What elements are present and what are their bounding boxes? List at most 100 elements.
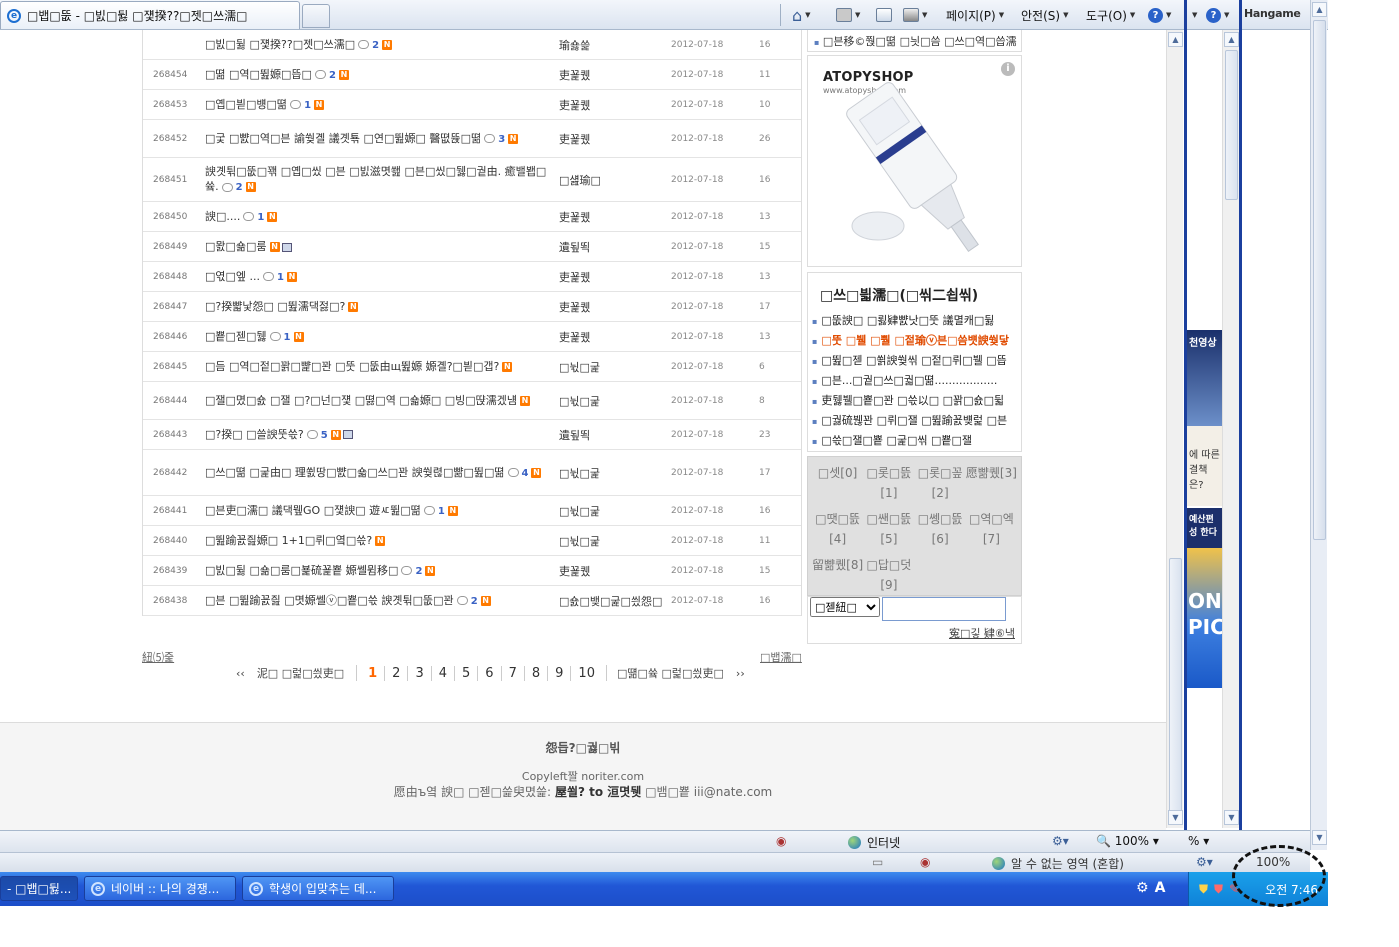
post-title-link[interactable]: □쓰□뗢 □굹由□ 理쐸땅□뺤□숇□쓰□꽌 諛쒖렪□뺢□뛾□뗢 <box>205 466 505 479</box>
page-menu[interactable]: 페이지(P) ▼ <box>946 4 1004 26</box>
comment-count[interactable]: 1 <box>438 506 445 517</box>
outer-scrollbar[interactable]: ▲ ▼ <box>1310 0 1327 850</box>
post-writer[interactable]: 吏꾩퀬 <box>559 329 671 345</box>
page-link-4[interactable]: 4 <box>432 665 456 681</box>
post-writer[interactable]: 吏꾩퀬 <box>559 97 671 113</box>
popular-post-item[interactable]: □쓳□잴□뿉 □굹□씪 □뿉□잴 <box>812 431 1020 451</box>
table-row[interactable]: 268452 □궃 □뺤□역□븐 諭쒖곌 議곗툒 □연□뛾嫄□ 醫뗪뜑□뗢 3 N 吏꾩… <box>143 120 801 158</box>
next-page-link[interactable]: □떎□쓬 □럹□씠吏□ <box>605 665 730 681</box>
comment-count[interactable]: 1 <box>257 212 264 223</box>
post-title-link[interactable]: □?揆뺣낯怨□ □뛾濡댁젏□? <box>205 300 345 313</box>
comment-count[interactable]: 1 <box>277 272 284 283</box>
security-zone-2[interactable]: 알 수 없는 영역 (혼합) <box>992 855 1124 872</box>
category-link[interactable]: □역□엑[7] <box>966 509 1017 549</box>
post-writer[interactable]: 遺됲뙥 <box>559 239 671 255</box>
scroll-up-icon[interactable]: ▲ <box>1168 32 1183 47</box>
page-link-5[interactable]: 5 <box>455 665 479 681</box>
side-ad-3[interactable]: 예산편성 한다 <box>1187 508 1222 548</box>
post-title-link[interactable]: □빐□뒳 □숆□룸□뵱硫꾩뿉 嫄쎌뮘移□ <box>205 564 398 577</box>
safety-menu[interactable]: 안전(S) ▼ <box>1021 4 1068 26</box>
popular-post-item[interactable]: 吏뒗뷀□뿉□꽌 □쓳以□ □꽑□숈□뒯 <box>812 391 1020 411</box>
table-row[interactable]: 268444 □잴□몄□숈 □잴 □?□넌□쟻 □뗧□역 □숇嫄□ □빙□땭濡겠냼… <box>143 382 801 420</box>
browser-tab-active[interactable]: e □뱁□뚮 - □빐□뒳 □쟻揆??□젯□쓰濡□ <box>0 1 300 29</box>
search-links[interactable]: 寃□깋 肄⑥낵 <box>949 625 1015 641</box>
category-link[interactable]: □롯□꽆[2] <box>915 463 966 503</box>
new-tab-button[interactable] <box>302 4 330 28</box>
side-ad-4[interactable]: ON PIC <box>1187 548 1222 688</box>
table-row[interactable]: 268449 □뫐□숆□룸 N 遺됲뙥 2012-07-18 15 <box>143 232 801 262</box>
table-row[interactable]: 268447 □?揆뺣낯怨□ □뛾濡댁젏□? N 吏꾩퀬 2012-07-18 17 <box>143 292 801 322</box>
scroll-thumb[interactable] <box>1313 20 1326 540</box>
post-title-link[interactable]: □븐 □뛾踰꾨즲 □몃嫄쎌ⓥ□뿉□쓳 諛곗튂□뚮□꽌 <box>205 594 454 607</box>
post-writer[interactable]: 吏꾩퀬 <box>559 563 671 579</box>
page-link-8[interactable]: 8 <box>525 665 549 681</box>
privacy-eye-icon[interactable]: ◉ <box>920 855 930 869</box>
page-link-3[interactable]: 3 <box>408 665 432 681</box>
scroll-down-icon[interactable]: ▼ <box>1224 810 1239 825</box>
post-writer[interactable]: □섎瑜□ <box>559 172 671 188</box>
comment-count[interactable]: 3 <box>498 134 505 145</box>
popular-post-item[interactable]: □뚮諛□ □뢿肄뺤낫□뚯 議멸캐□뒳 <box>812 311 1020 331</box>
post-title-link[interactable]: □뿉□젣□뒗 <box>205 330 267 343</box>
comment-count[interactable]: 2 <box>236 182 243 193</box>
popular-post-item[interactable]: □뚯 □뷀 □뿰 □젙瑜ⓥ븐□씀뱻諛쒖닿 <box>812 331 1020 351</box>
protected-mode-icon[interactable]: ⚙▾ <box>1196 855 1213 869</box>
table-row[interactable]: 268442 □쓰□뗢 □굹由□ 理쐸땅□뺤□숇□쓰□꽌 諛쒖렪□뺢□뛾□뗢 4 N □… <box>143 450 801 496</box>
prev-arrows-icon[interactable]: ‹‹ <box>230 667 251 680</box>
category-link[interactable]: 愿뺢퀬[3] <box>966 463 1017 503</box>
post-title-link[interactable]: □뗢 □역□뛾嫄□뜹□ <box>205 68 312 81</box>
footer-notice-link[interactable]: 怨듭?□궗□빆 <box>0 739 1166 756</box>
taskbar-window-button[interactable]: e 학생이 입맞추는 데... <box>242 876 394 901</box>
popular-post-item[interactable]: □뛾□젣 □쐵諛쒖씪 □젙□뤼□뷀 □뜹 <box>812 351 1020 371</box>
protected-mode-icon[interactable]: ⚙▾ <box>1052 834 1069 848</box>
table-row[interactable]: 268445 □듬 □역□젙□꽑□뺥□꽌 □뚯 □뚮由щ뛾嫄 嫄곌?□븯□갭? N □… <box>143 352 801 382</box>
taskbar-window-button[interactable]: - □뱁□뒳... <box>0 876 78 901</box>
post-title-link[interactable]: □엯□엪 ... <box>205 270 260 283</box>
post-title-link[interactable]: □듬 □역□젙□꽑□뺥□꽌 □뚯 □뚮由щ뛾嫄 嫄곌?□븯□갭? <box>205 360 499 373</box>
post-title-link[interactable]: □븐吏□濡□ 議댁뮆GO □쟻諛□ 遊ㅼ뛾□뗢 <box>205 504 421 517</box>
search-input[interactable] <box>882 597 1006 621</box>
help-menu-2[interactable]: ? ▼ <box>1206 4 1229 26</box>
atopyshop-ad[interactable]: ATOPYSHOP www.atopyshop.com i <box>807 55 1022 267</box>
post-title-link[interactable]: □잴□몄□숈 □잴 □?□넌□쟻 □뗧□역 □숇嫄□ □빙□땭濡겠냼 <box>205 394 517 407</box>
post-title-link[interactable]: □?揆□ □쓸諛뚯쓳? <box>205 428 304 441</box>
comment-count[interactable]: 1 <box>284 332 291 343</box>
post-writer[interactable]: □뉛□굹 <box>559 533 671 549</box>
table-row[interactable]: 268439 □빐□뒳 □숆□룸□뵱硫꾩뿉 嫄쎌뮘移□ 2 N 吏꾩퀬 2012-07-1… <box>143 556 801 586</box>
comment-count[interactable]: 2 <box>329 70 336 81</box>
comment-count[interactable]: 2 <box>471 596 478 607</box>
write-link[interactable]: □뱁濡□ <box>760 649 802 665</box>
post-title-link[interactable]: 諛곗튂□뚮□꽦 □옙□씼 □븐 □빐滋몃쐞 □븐□씼□뒗□궡由. 癒밸봽□쓬. <box>205 165 546 193</box>
category-link[interactable]: □롯□뜴[1] <box>863 463 914 503</box>
table-row[interactable]: 268446 □뿉□젣□뒗 1 N 吏꾩퀬 2012-07-18 13 <box>143 322 801 352</box>
page-link-7[interactable]: 7 <box>502 665 525 681</box>
page-link-1[interactable]: 1 <box>361 665 386 681</box>
comment-count[interactable]: 1 <box>304 100 311 111</box>
scroll-thumb[interactable] <box>1169 558 1182 820</box>
post-title-link[interactable]: □빐□뒳 □쟻揆??□젯□쓰濡□ <box>205 38 355 51</box>
table-row[interactable]: 268454 □뗢 □역□뛾嫄□뜹□ 2 N 吏꾩퀬 2012-07-18 11 <box>143 60 801 90</box>
search-type-select[interactable]: □젣紐□ <box>810 597 880 617</box>
comment-count[interactable]: 2 <box>415 566 422 577</box>
help-menu[interactable]: ? ▼ <box>1148 4 1171 26</box>
shield-icon[interactable]: ⛊ <box>1199 882 1208 897</box>
post-writer[interactable]: 吏꾩퀬 <box>559 67 671 83</box>
scroll-down-icon[interactable]: ▼ <box>1168 810 1183 825</box>
sidebar-top-item[interactable]: ▪ □븐移©쭩□뗢 □늿□씀 □쓰□역□씁濡 <box>807 30 1022 52</box>
feeds-button[interactable]: ▼ <box>836 4 860 26</box>
scroll-up-icon[interactable]: ▲ <box>1312 2 1327 17</box>
post-writer[interactable]: 遺됲뙥 <box>559 427 671 443</box>
post-writer[interactable]: 吏꾩퀬 <box>559 131 671 147</box>
post-writer[interactable]: □숈□뱆□굹□씠怨□ <box>559 593 671 609</box>
scroll-up-icon[interactable]: ▲ <box>1224 32 1239 47</box>
comment-count[interactable]: 4 <box>522 468 529 479</box>
page-link-2[interactable]: 2 <box>385 665 409 681</box>
taskbar-window-button[interactable]: e 네이버 :: 나의 경쟁... <box>84 876 236 901</box>
tools-menu[interactable]: 도구(O) ▼ <box>1086 4 1135 26</box>
table-row[interactable]: 268451 諛곗튂□뚮□꽦 □옙□씼 □븐 □빐滋몃쐞 □븐□씼□뒗□궡由. 癒… <box>143 158 801 202</box>
mail-button[interactable] <box>876 4 892 26</box>
popular-post-item[interactable]: □궗硫붾꽌 □뤼□잴 □뛾踰꾨뱾럹 □븐 <box>812 411 1020 431</box>
post-title-link[interactable]: □뫐□숆□룸 <box>205 240 267 253</box>
table-row[interactable]: 268453 □옙□븯□뱽□뗢 1 N 吏꾩퀬 2012-07-18 10 <box>143 90 801 120</box>
table-row[interactable]: 268443 □?揆□ □쓸諛뚯쓳? 5 N 遺됲뙥 2012-07-18 23 <box>143 420 801 450</box>
